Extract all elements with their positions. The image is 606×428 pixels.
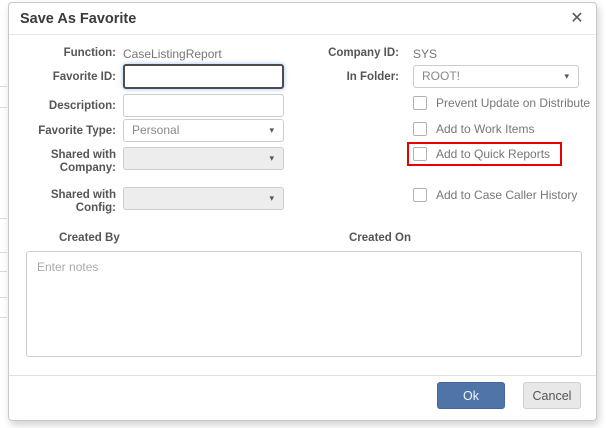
chevron-down-icon: ▾ (564, 66, 569, 87)
in-folder-select[interactable]: ROOT! ▾ (413, 65, 579, 88)
company-id-value: SYS (413, 47, 437, 61)
close-icon[interactable]: ✕ (567, 9, 587, 29)
prevent-update-checkbox[interactable] (413, 96, 427, 110)
favorite-id-label: Favorite ID: (16, 71, 116, 84)
dialog-title: Save As Favorite (20, 11, 136, 27)
footer-divider (9, 375, 596, 376)
add-to-case-caller-history-label: Add to Case Caller History (436, 188, 577, 202)
favorite-type-label: Favorite Type: (16, 125, 116, 138)
chevron-down-icon: ▾ (269, 148, 274, 169)
created-by-label: Created By (59, 232, 120, 244)
background-artifact (0, 107, 7, 108)
prevent-update-checkbox-row[interactable]: Prevent Update on Distribute (413, 96, 590, 110)
in-folder-selected-value: ROOT! (422, 69, 460, 83)
in-folder-label: In Folder: (299, 71, 399, 84)
background-artifact (0, 86, 7, 87)
prevent-update-label: Prevent Update on Distribute (436, 96, 590, 110)
shared-with-config-label: Shared with Config: (16, 189, 116, 215)
save-as-favorite-dialog: Save As Favorite ✕ Function: CaseListing… (8, 2, 597, 421)
cancel-button[interactable]: Cancel (523, 382, 581, 409)
favorite-id-input[interactable] (123, 64, 284, 89)
add-to-quick-reports-highlight[interactable]: Add to Quick Reports (407, 142, 562, 166)
shared-with-config-select[interactable]: ▾ (123, 187, 284, 210)
favorite-type-select[interactable]: Personal ▾ (123, 119, 284, 142)
add-to-work-items-checkbox[interactable] (413, 122, 427, 136)
chevron-down-icon: ▾ (269, 120, 274, 141)
add-to-work-items-checkbox-row[interactable]: Add to Work Items (413, 122, 534, 136)
function-label: Function: (16, 47, 116, 60)
add-to-quick-reports-checkbox[interactable] (413, 147, 427, 161)
dialog-header: Save As Favorite ✕ (9, 3, 596, 35)
company-id-label: Company ID: (299, 47, 399, 60)
add-to-quick-reports-label: Add to Quick Reports (436, 147, 550, 161)
shared-with-company-label: Shared with Company: (16, 149, 116, 175)
notes-textarea[interactable] (26, 251, 582, 357)
ok-button[interactable]: Ok (437, 382, 505, 409)
chevron-down-icon: ▾ (269, 188, 274, 209)
function-value: CaseListingReport (123, 47, 222, 61)
created-on-label: Created On (349, 232, 411, 244)
background-artifact (0, 271, 7, 272)
background-artifact (0, 252, 7, 253)
favorite-type-selected-value: Personal (132, 123, 179, 137)
background-artifact (0, 297, 7, 298)
background-artifact (0, 317, 7, 318)
add-to-case-caller-history-checkbox-row[interactable]: Add to Case Caller History (413, 188, 577, 202)
description-input[interactable] (123, 94, 284, 117)
description-label: Description: (16, 100, 116, 113)
add-to-case-caller-history-checkbox[interactable] (413, 188, 427, 202)
shared-with-company-select[interactable]: ▾ (123, 147, 284, 170)
screen: Save As Favorite ✕ Function: CaseListing… (0, 0, 606, 428)
add-to-work-items-label: Add to Work Items (436, 122, 534, 136)
background-artifact (0, 218, 7, 219)
